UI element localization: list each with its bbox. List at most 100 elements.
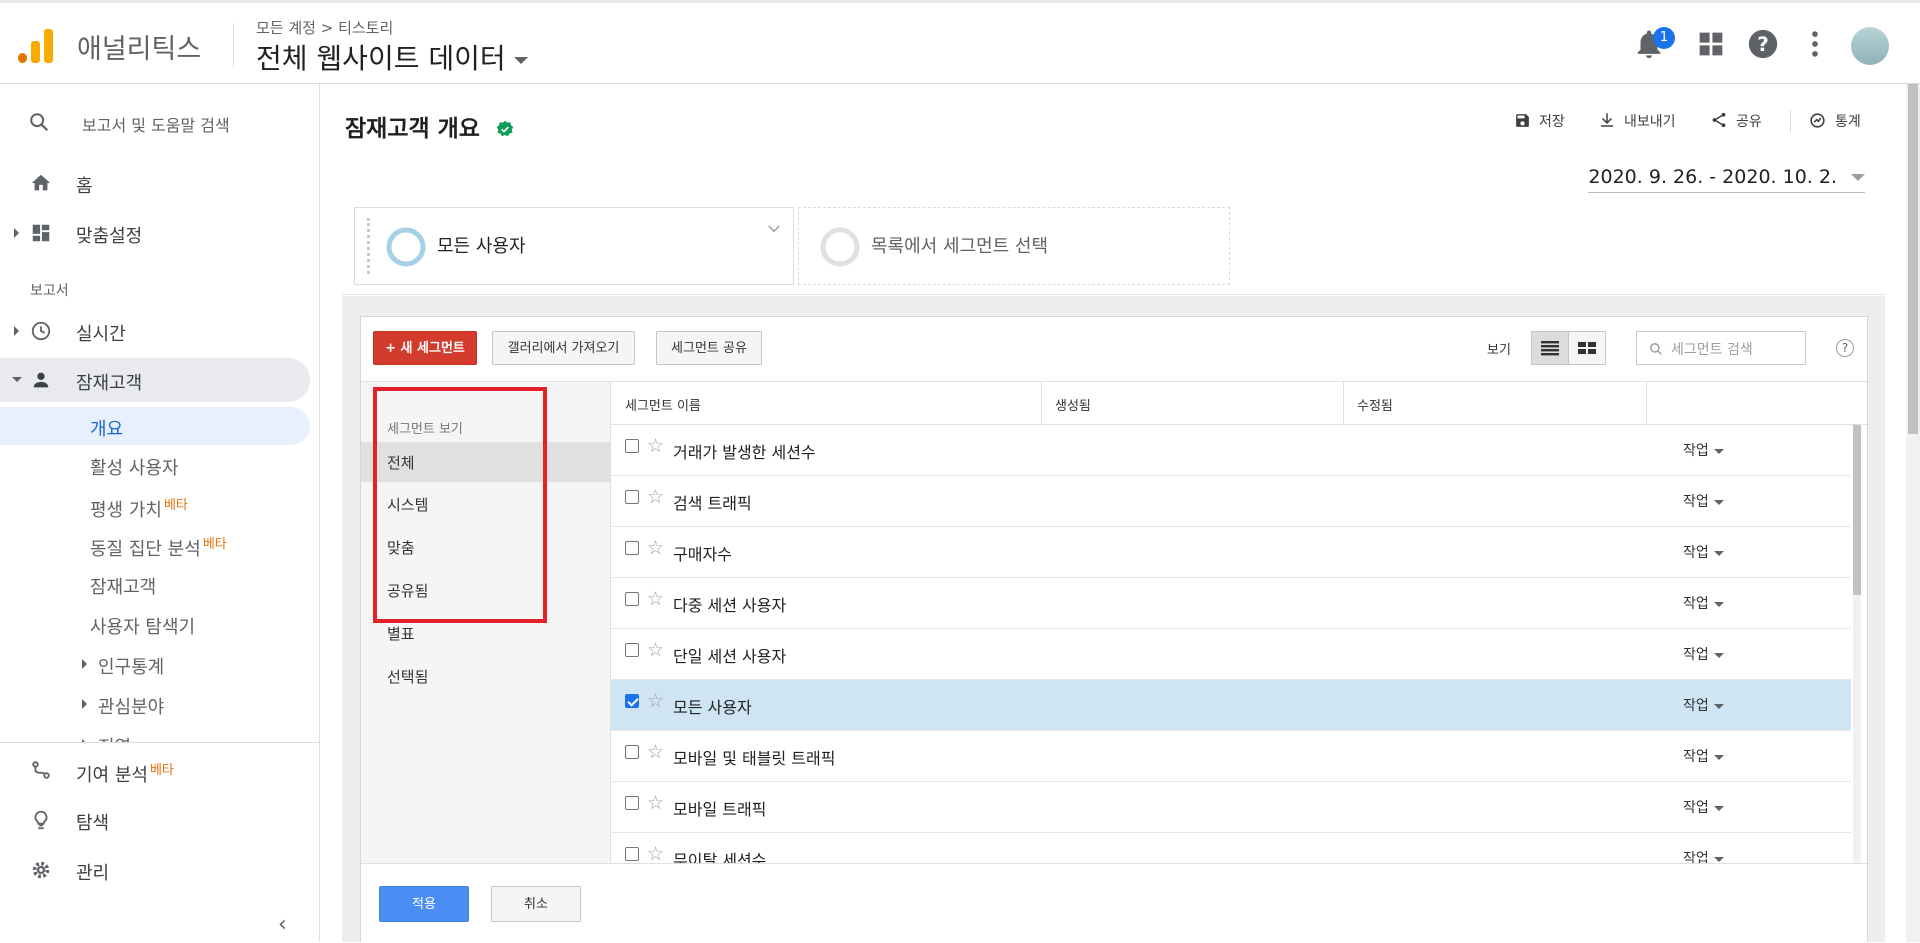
chevron-down-icon[interactable]: [765, 220, 783, 238]
share-button[interactable]: 공유: [1710, 111, 1762, 131]
row-actions-menu[interactable]: 작업: [1683, 797, 1724, 817]
grid-view-toggle[interactable]: [1568, 331, 1606, 365]
star-icon[interactable]: ☆: [647, 486, 664, 508]
column-header-modified[interactable]: 수정됨: [1357, 395, 1393, 414]
save-button[interactable]: 저장: [1514, 111, 1565, 131]
sidebar-item-customization[interactable]: 맞춤설정: [0, 211, 310, 255]
sidebar-subitem-user-explorer[interactable]: 사용자 탐색기: [0, 605, 310, 643]
table-row[interactable]: ☆ 구매자수 작업: [611, 527, 1851, 578]
property-selector[interactable]: 전체 웹사이트 데이터: [256, 37, 528, 77]
analytics-logo-icon[interactable]: [18, 27, 54, 63]
segment-pill-choose[interactable]: 목록에서 세그먼트 선택: [798, 207, 1230, 285]
more-vert-icon[interactable]: [1798, 27, 1832, 61]
row-checkbox[interactable]: [625, 796, 639, 810]
row-actions-menu[interactable]: 작업: [1683, 848, 1724, 863]
star-icon[interactable]: ☆: [647, 588, 664, 610]
sidebar-item-home[interactable]: 홈: [0, 161, 310, 205]
segment-search-input[interactable]: 세그먼트 검색: [1636, 331, 1806, 365]
column-header-name[interactable]: 세그먼트 이름: [625, 395, 701, 414]
table-row[interactable]: ☆ 다중 세션 사용자 작업: [611, 578, 1851, 629]
star-icon[interactable]: ☆: [647, 843, 664, 863]
sidebar-subitem-label: 활성 사용자: [90, 458, 179, 479]
row-actions-menu[interactable]: 작업: [1683, 491, 1724, 511]
sidebar-item-attribution[interactable]: 기여 분석 베타: [0, 748, 310, 792]
row-actions-menu[interactable]: 작업: [1683, 542, 1724, 562]
sidebar-search[interactable]: 보고서 및 도움말 검색: [0, 100, 320, 144]
star-icon[interactable]: ☆: [647, 792, 664, 814]
collapse-sidebar-icon[interactable]: ‹: [278, 912, 287, 937]
segment-pill-label: 목록에서 세그먼트 선택: [871, 236, 1049, 257]
page-scrollbar[interactable]: [1906, 84, 1920, 942]
caret-down-icon: [1713, 805, 1724, 811]
table-row-selected[interactable]: ☆ 모든 사용자 작업: [611, 680, 1851, 731]
category-selected[interactable]: 선택됨: [361, 656, 611, 696]
table-row[interactable]: ☆ 단일 세션 사용자 작업: [611, 629, 1851, 680]
row-actions-label: 작업: [1683, 494, 1709, 510]
scrollbar-thumb[interactable]: [1908, 84, 1918, 434]
row-actions-label: 작업: [1683, 800, 1709, 816]
sidebar-subitem-demographics[interactable]: 인구통계: [0, 645, 310, 683]
segment-name: 구매자수: [673, 545, 732, 564]
share-label: 공유: [1736, 114, 1762, 130]
account-breadcrumb[interactable]: 모든 계정 > 티스토리: [256, 17, 393, 38]
apps-grid-icon[interactable]: [1694, 27, 1728, 61]
date-range-picker[interactable]: 2020. 9. 26. - 2020. 10. 2.: [1588, 166, 1865, 193]
export-button[interactable]: 내보내기: [1598, 111, 1676, 131]
sidebar-item-discover[interactable]: 탐색: [0, 798, 310, 842]
star-icon[interactable]: ☆: [647, 741, 664, 763]
star-icon[interactable]: ☆: [647, 435, 664, 457]
row-checkbox[interactable]: [625, 592, 639, 606]
cancel-button[interactable]: 취소: [491, 886, 581, 922]
sidebar-subitem-active-users[interactable]: 활성 사용자: [0, 446, 310, 484]
star-icon[interactable]: ☆: [647, 537, 664, 559]
segment-name: 무이탈 세션수: [673, 851, 767, 863]
row-checkbox[interactable]: [625, 490, 639, 504]
star-icon[interactable]: ☆: [647, 690, 664, 712]
sidebar-subitem-label: 사용자 탐색기: [90, 617, 196, 638]
sidebar-item-audience[interactable]: 잠재고객: [0, 358, 310, 402]
sidebar-subitem-interests[interactable]: 관심분야: [0, 685, 310, 723]
table-row[interactable]: ☆ 검색 트래픽 작업: [611, 476, 1851, 527]
gear-icon: [32, 861, 50, 879]
table-row[interactable]: ☆ 모바일 트래픽 작업: [611, 782, 1851, 833]
grid-view-icon: [1578, 342, 1596, 354]
row-actions-menu[interactable]: 작업: [1683, 695, 1724, 715]
row-actions-menu[interactable]: 작업: [1683, 593, 1724, 613]
sidebar-item-realtime[interactable]: 실시간: [0, 309, 310, 353]
sidebar-subitem-lifetime-value[interactable]: 평생 가치 베타: [0, 486, 310, 524]
list-view-toggle[interactable]: [1531, 331, 1569, 365]
help-icon[interactable]: ?: [1746, 27, 1780, 61]
import-from-gallery-button[interactable]: 갤러리에서 가져오기: [492, 331, 635, 365]
row-actions-menu[interactable]: 작업: [1683, 746, 1724, 766]
apply-button[interactable]: 적용: [379, 886, 469, 922]
new-segment-button[interactable]: + 새 세그먼트: [373, 331, 477, 365]
sidebar-subitem-cohort[interactable]: 동질 집단 분석 베타: [0, 525, 310, 563]
caret-down-icon: [1713, 856, 1724, 862]
table-row[interactable]: ☆ 거래가 발생한 세션수 작업: [611, 425, 1851, 476]
row-checkbox[interactable]: [625, 745, 639, 759]
row-checkbox[interactable]: [625, 439, 639, 453]
row-actions-menu[interactable]: 작업: [1683, 440, 1724, 460]
row-actions-menu[interactable]: 작업: [1683, 644, 1724, 664]
row-checkbox-checked[interactable]: [625, 694, 639, 708]
row-checkbox[interactable]: [625, 847, 639, 861]
row-checkbox[interactable]: [625, 643, 639, 657]
drag-handle[interactable]: [367, 218, 370, 274]
table-row[interactable]: ☆ 모바일 및 태블릿 트래픽 작업: [611, 731, 1851, 782]
insights-button[interactable]: 통계: [1808, 111, 1861, 131]
column-header-created[interactable]: 생성됨: [1055, 395, 1091, 414]
table-scrollbar[interactable]: [1853, 425, 1861, 863]
segment-pill-all-users[interactable]: 모든 사용자: [354, 207, 794, 285]
help-icon[interactable]: ?: [1836, 339, 1854, 357]
caret-down-icon: [1713, 652, 1724, 658]
account-avatar[interactable]: [1851, 27, 1889, 65]
star-icon[interactable]: ☆: [647, 639, 664, 661]
table-row[interactable]: ☆ 무이탈 세션수 작업: [611, 833, 1851, 863]
share-segment-button[interactable]: 세그먼트 공유: [656, 331, 762, 365]
sidebar-subitem-audiences[interactable]: 잠재고객: [0, 565, 310, 603]
sidebar-subitem-geo[interactable]: 지역: [0, 725, 310, 742]
row-checkbox[interactable]: [625, 541, 639, 555]
scrollbar-thumb[interactable]: [1853, 425, 1861, 595]
sidebar-item-admin[interactable]: 관리: [0, 848, 310, 892]
sidebar-subitem-overview[interactable]: 개요: [0, 407, 310, 445]
